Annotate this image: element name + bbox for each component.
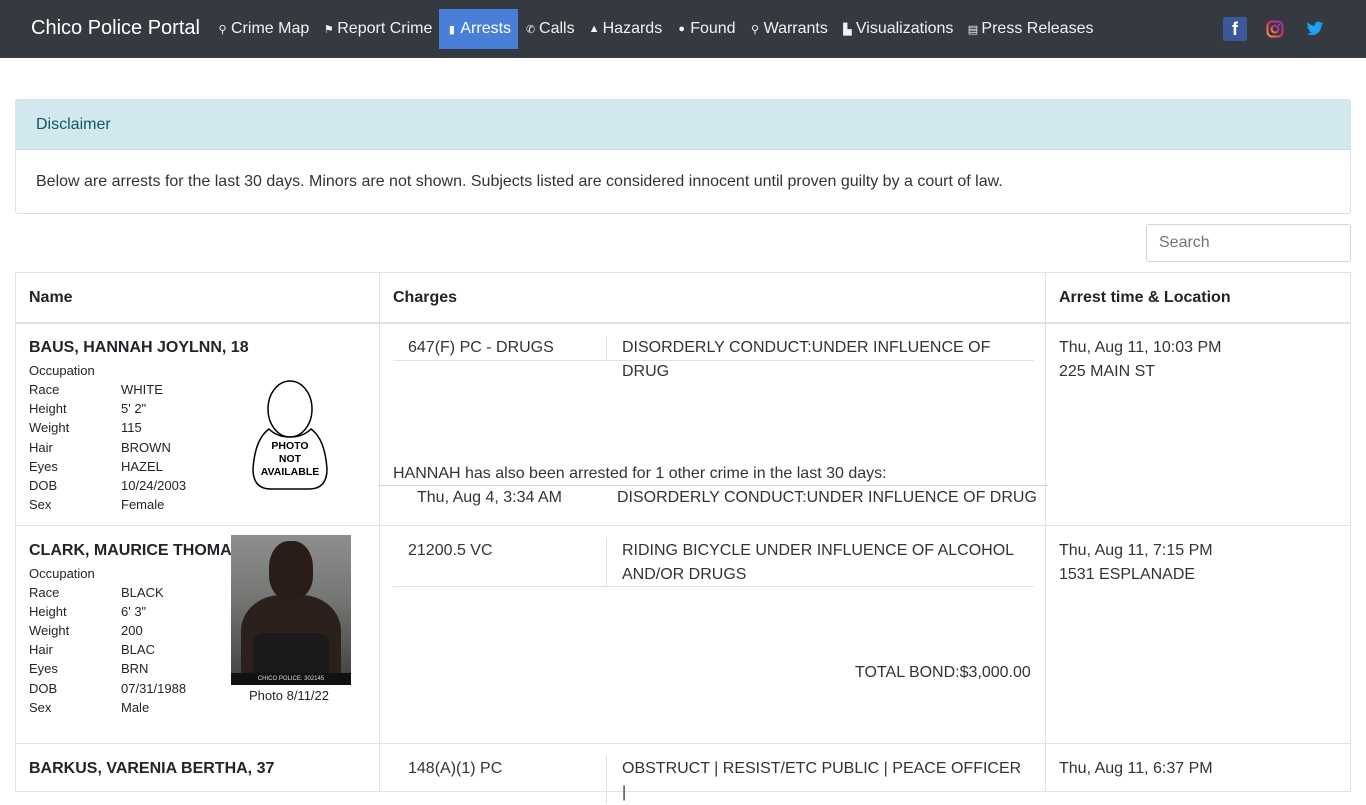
photo-placeholder-text: NOT	[279, 453, 302, 465]
occupation-label: Occupation	[29, 566, 95, 581]
newspaper-icon: ▤	[967, 23, 979, 36]
nav-item-arrests[interactable]: ▮ Arrests	[439, 9, 519, 49]
compass-icon: ●	[678, 23, 686, 35]
eyes-value: HAZEL	[121, 459, 163, 474]
weight-value: 200	[121, 623, 143, 638]
weight-label: Weight	[29, 420, 70, 435]
search-input[interactable]	[1146, 224, 1351, 262]
person-name: BARKUS, VARENIA BERTHA, 37	[29, 760, 275, 777]
arrest-time: Thu, Aug 11, 7:15 PM	[1059, 542, 1213, 559]
race-value: BLACK	[121, 585, 164, 600]
person-name: BAUS, HANNAH JOYLNN, 18	[29, 339, 249, 356]
disclaimer-card: Disclaimer Below are arrests for the las…	[15, 99, 1351, 214]
row-divider	[16, 525, 1350, 526]
nav-item-warrants[interactable]: ⚲ Warrants	[743, 9, 835, 49]
mugshot-banner: CHICO POLICE: 302145	[231, 673, 351, 685]
nav-item-report-crime[interactable]: ⚑ Report Crime	[316, 9, 439, 49]
nav-item-found[interactable]: ● Found	[669, 9, 742, 49]
prior-charge-description: DISORDERLY CONDUCT:UNDER INFLUENCE OF DR…	[617, 489, 1037, 506]
arrest-location: 1531 ESPLANADE	[1059, 566, 1196, 583]
race-label: Race	[29, 382, 60, 397]
twitter-icon[interactable]	[1303, 17, 1327, 41]
hair-value: BROWN	[121, 440, 171, 455]
nav-item-visualizations[interactable]: ▙ Visualizations	[835, 9, 961, 49]
header-arrest-time-location[interactable]: Arrest time & Location	[1059, 289, 1231, 307]
nav-item-calls[interactable]: ✆ Calls	[518, 9, 582, 49]
race-value: WHITE	[121, 382, 163, 397]
charge-underline	[393, 360, 1034, 361]
charge-divider	[606, 336, 607, 360]
nav-item-crime-map[interactable]: ⚲ Crime Map	[210, 9, 316, 49]
id-card-icon: ▮	[448, 23, 455, 36]
nav-menu: ⚲ Crime Map ⚑ Report Crime ▮ Arrests ✆ Calls…	[210, 9, 1100, 49]
charge-description: OBSTRUCT | RESIST/ETC PUBLIC | PEACE OFF…	[622, 760, 1022, 801]
photo-placeholder-text: AVAILABLE	[261, 466, 320, 478]
top-navbar: Chico Police Portal ⚲ Crime Map ⚑ Report C…	[0, 0, 1366, 58]
header-charges[interactable]: Charges	[393, 289, 457, 307]
brand-link[interactable]: Chico Police Portal	[31, 17, 200, 40]
sex-value: Male	[121, 700, 150, 715]
weight-label: Weight	[29, 623, 70, 638]
charge-description: RIDING BICYCLE UNDER INFLUENCE OF ALCOHO…	[622, 542, 1014, 583]
column-divider	[1045, 273, 1046, 791]
also-arrested-note: HANNAH has also been arrested for 1 othe…	[393, 465, 887, 482]
dob-label: DOB	[29, 478, 58, 493]
disclaimer-title: Disclaimer	[16, 100, 1350, 150]
hair-label: Hair	[29, 642, 53, 657]
nav-item-press-releases[interactable]: ▤ Press Releases	[960, 9, 1100, 49]
height-label: Height	[29, 604, 67, 619]
charge-code: 647(F) PC - DRUGS	[408, 339, 554, 356]
race-label: Race	[29, 585, 60, 600]
map-marker-icon: ⚲	[218, 23, 227, 36]
height-label: Height	[29, 401, 67, 416]
sex-value: Female	[121, 497, 165, 512]
charge-code: 21200.5 VC	[408, 542, 493, 559]
sex-label: Sex	[29, 700, 52, 715]
eyes-label: Eyes	[29, 459, 58, 474]
nav-item-hazards[interactable]: ▲ Hazards	[582, 9, 670, 49]
photo-placeholder-text: PHOTO	[271, 440, 308, 452]
arrest-location: 225 MAIN ST	[1059, 363, 1156, 380]
arrests-table: Name Charges Arrest time & Location BAUS…	[15, 272, 1351, 804]
header-name[interactable]: Name	[29, 289, 73, 307]
charge-divider	[606, 756, 607, 804]
prior-divider	[378, 485, 1048, 486]
mugshot-figure	[269, 541, 313, 599]
dob-label: DOB	[29, 681, 58, 696]
charge-underline	[393, 586, 1034, 587]
search-icon: ⚲	[751, 23, 760, 36]
charge-divider	[606, 538, 607, 586]
prior-arrest-time: Thu, Aug 4, 3:34 AM	[417, 489, 562, 506]
arrest-time: Thu, Aug 11, 10:03 PM	[1059, 339, 1222, 356]
column-divider	[379, 273, 380, 791]
phone-icon: ✆	[525, 23, 536, 36]
height-value: 5' 2"	[121, 401, 147, 416]
hair-label: Hair	[29, 440, 53, 455]
header-divider	[16, 322, 1350, 324]
chart-icon: ▙	[843, 23, 852, 36]
dob-value: 10/24/2003	[121, 478, 187, 493]
instagram-icon[interactable]	[1263, 17, 1287, 41]
facebook-icon[interactable]: f	[1223, 17, 1247, 41]
disclaimer-body: Below are arrests for the last 30 days. …	[36, 173, 1003, 190]
photo-caption: Photo 8/11/22	[249, 688, 329, 703]
sex-label: Sex	[29, 497, 52, 512]
row-divider	[16, 743, 1350, 744]
photo-not-available-icon: PHOTO NOT AVAILABLE	[252, 380, 328, 490]
mugshot-photo[interactable]: CHICO POLICE: 302145	[231, 535, 351, 685]
total-bond: TOTAL BOND:$3,000.00	[855, 664, 1031, 681]
flag-icon: ⚑	[323, 23, 334, 36]
eyes-label: Eyes	[29, 661, 58, 676]
charge-code: 148(A)(1) PC	[408, 760, 503, 777]
arrest-time: Thu, Aug 11, 6:37 PM	[1059, 760, 1213, 777]
weight-value: 115	[121, 420, 142, 435]
occupation-label: Occupation	[29, 363, 95, 378]
height-value: 6' 3"	[121, 604, 147, 619]
eyes-value: BRN	[121, 661, 149, 676]
warning-icon: ▲	[588, 23, 600, 35]
hair-value: BLAC	[121, 642, 155, 657]
dob-value: 07/31/1988	[121, 681, 187, 696]
